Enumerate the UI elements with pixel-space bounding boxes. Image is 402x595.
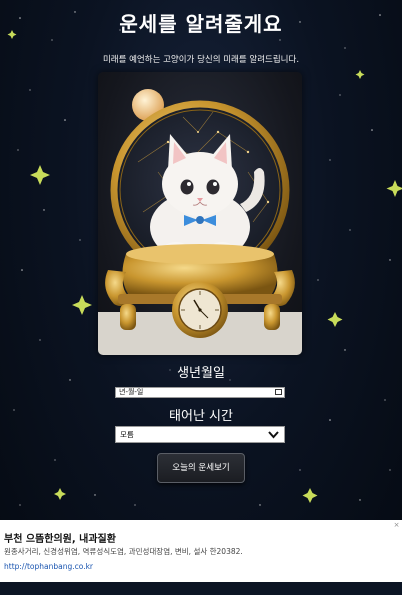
ad-close-icon[interactable]: × bbox=[393, 522, 400, 529]
birthdate-input[interactable]: 년-월-일 bbox=[115, 387, 285, 398]
bottom-background-strip bbox=[0, 582, 402, 595]
calendar-icon[interactable] bbox=[275, 389, 282, 395]
ad-url-link[interactable]: http://tophanbang.co.kr bbox=[4, 562, 93, 571]
fortune-cat-illustration bbox=[98, 72, 302, 355]
ad-title[interactable]: 부천 으뜸한의원, 내과질환 bbox=[4, 530, 116, 545]
page-title: 운세를 알려줄게요 bbox=[119, 12, 283, 36]
fortune-submit-button[interactable]: 오늘의 운세보기 bbox=[157, 453, 245, 483]
birthdate-placeholder: 년-월-일 bbox=[119, 388, 144, 396]
ad-banner[interactable]: 부천 으뜸한의원, 내과질환 원종사거리, 신경성위염, 역류성식도염, 과민성… bbox=[0, 520, 402, 582]
birthtime-select[interactable]: 모름 bbox=[115, 426, 285, 443]
birthdate-label: 생년월일 bbox=[177, 366, 225, 381]
birthtime-label: 태어난 시간 bbox=[169, 409, 233, 424]
chevron-down-icon bbox=[268, 431, 279, 439]
birthtime-selected-value: 모름 bbox=[120, 430, 134, 439]
cat-astrolabe-image bbox=[98, 89, 302, 355]
page-subtitle: 미래를 예언하는 고양이가 당신의 미래를 알려드립니다. bbox=[102, 55, 300, 65]
ad-description: 원종사거리, 신경성위염, 역류성식도염, 과민성대장염, 변비, 설사 한20… bbox=[4, 547, 243, 556]
